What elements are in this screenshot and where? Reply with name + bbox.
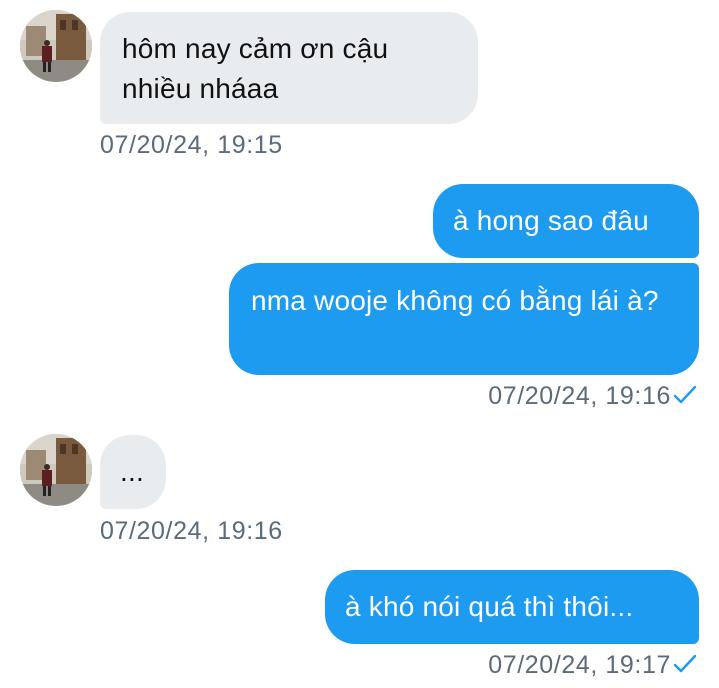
message-text: hôm nay cảm ơn cậu nhiều nháaa	[122, 33, 389, 104]
message-timestamp: 07/20/24, 19:16	[100, 517, 283, 545]
sender-avatar[interactable]	[20, 434, 92, 506]
message-timestamp: 07/20/24, 19:15	[100, 131, 283, 159]
message-bubble-outgoing[interactable]: nma wooje không có bằng lái à?	[229, 263, 699, 375]
message-bubble-outgoing[interactable]: à khó nói quá thì thôi...	[325, 570, 699, 644]
message-text: à khó nói quá thì thôi...	[345, 591, 634, 622]
message-bubble-incoming[interactable]: hôm nay cảm ơn cậu nhiều nháaa	[100, 12, 478, 124]
message-text: à hong sao đâu	[453, 205, 649, 236]
message-bubble-incoming[interactable]: ...	[100, 435, 166, 509]
message-timestamp-row: 07/20/24, 19:17	[488, 651, 697, 682]
message-text: ...	[120, 456, 144, 487]
check-icon	[673, 653, 697, 682]
message-bubble-outgoing[interactable]: à hong sao đâu	[433, 184, 699, 258]
message-timestamp: 07/20/24, 19:17	[488, 651, 671, 679]
avatar-photo	[20, 10, 92, 82]
avatar-photo	[20, 434, 92, 506]
check-icon	[673, 384, 697, 413]
message-timestamp: 07/20/24, 19:16	[488, 382, 671, 410]
sender-avatar[interactable]	[20, 10, 92, 82]
message-timestamp-row: 07/20/24, 19:16	[488, 382, 697, 413]
message-text: nma wooje không có bằng lái à?	[251, 285, 659, 316]
